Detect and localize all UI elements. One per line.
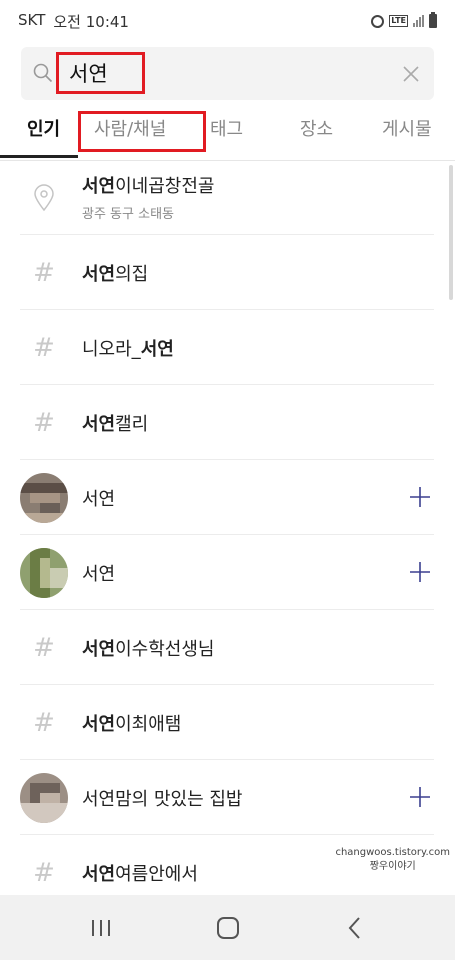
hashtag-icon: #	[33, 707, 55, 738]
list-item[interactable]: 서연	[20, 460, 434, 535]
home-icon[interactable]	[213, 913, 243, 943]
result-rest: 이네곱창전골	[115, 176, 215, 197]
list-item[interactable]: # 서연 캘리	[20, 385, 434, 460]
plus-icon[interactable]	[408, 785, 432, 809]
result-match: 서연	[82, 863, 116, 885]
list-item[interactable]: # 니오라_ 서연	[20, 310, 434, 385]
result-prefix: 니오라_	[82, 338, 141, 360]
battery-icon	[429, 12, 437, 28]
avatar	[20, 772, 68, 823]
scrollbar-thumb[interactable]	[449, 165, 453, 300]
avatar	[20, 547, 68, 598]
map-pin-icon	[34, 183, 54, 211]
result-match: 서연	[82, 638, 116, 660]
hashtag-icon: #	[33, 407, 55, 438]
close-icon[interactable]	[400, 63, 422, 85]
back-icon[interactable]	[340, 913, 370, 943]
list-item[interactable]: # 서연 의집	[20, 235, 434, 310]
result-label: 서연맘의 맛있는 집밥	[82, 788, 243, 810]
result-match: 서연	[82, 263, 116, 285]
result-match: 서연	[140, 338, 174, 360]
result-rest: 의집	[115, 263, 149, 285]
list-item[interactable]: # 서연 이최애탬	[20, 685, 434, 760]
result-label: 서연 이수학선생님	[82, 610, 214, 685]
list-item[interactable]: 서연맘의 맛있는 집밥	[20, 760, 434, 835]
result-match: 서연	[82, 413, 116, 435]
signal-icon	[413, 15, 424, 27]
hashtag-icon: #	[33, 632, 55, 663]
plus-icon[interactable]	[408, 485, 432, 509]
hashtag-icon: #	[33, 857, 55, 888]
alarm-icon	[371, 14, 385, 28]
result-label: 서연 이네곱창전골	[82, 172, 214, 198]
result-match: 서연	[82, 176, 116, 197]
list-item[interactable]: # 서연 이수학선생님	[20, 610, 434, 685]
result-address: 광주 동구 소태동	[82, 207, 174, 222]
watermark-url: changwoos.tistory.com	[335, 847, 450, 858]
tab-bar: 인기 사람/채널 태그 장소 게시물	[0, 103, 455, 161]
active-tab-indicator	[0, 155, 78, 158]
result-rest: 캘리	[115, 413, 149, 435]
result-rest: 이수학선생님	[115, 638, 215, 660]
result-rest: 이최애탬	[115, 713, 182, 735]
clock-label: 오전 10:41	[53, 12, 129, 31]
search-icon	[33, 63, 53, 83]
list-item[interactable]: 서연	[20, 535, 434, 610]
result-match: 서연	[82, 713, 116, 735]
tab-tags[interactable]: 태그	[210, 103, 243, 161]
hashtag-icon: #	[33, 332, 55, 363]
result-label: 서연 의집	[82, 235, 148, 310]
tab-people-channel[interactable]: 사람/채널	[94, 103, 166, 161]
plus-icon[interactable]	[408, 560, 432, 584]
result-label: 니오라_ 서연	[82, 310, 174, 385]
result-label: 서연 여름안에서	[82, 835, 198, 895]
watermark-name: 짱우이야기	[369, 861, 416, 872]
tab-posts[interactable]: 게시물	[382, 103, 432, 161]
result-label: 서연 캘리	[82, 385, 148, 460]
status-bar: SKT 오전 10:41 LTE	[0, 0, 455, 42]
list-item[interactable]: 서연 이네곱창전골 광주 동구 소태동	[20, 160, 434, 235]
search-results-list: 서연 이네곱창전골 광주 동구 소태동 # 서연 의집 # 니오라_ 서연 # 서연 캘…	[0, 160, 455, 895]
tab-popular[interactable]: 인기	[27, 103, 60, 161]
result-label: 서연	[82, 488, 116, 510]
result-label: 서연	[82, 563, 116, 585]
watermark: changwoos.tistory.com 짱우이야기	[335, 846, 450, 874]
tab-places[interactable]: 장소	[300, 103, 333, 161]
result-label: 서연 이최애탬	[82, 685, 181, 760]
navigation-bar	[0, 895, 455, 960]
hashtag-icon: #	[33, 257, 55, 288]
result-rest: 여름안에서	[115, 863, 198, 885]
search-input[interactable]	[69, 55, 369, 91]
lte-icon: LTE	[389, 15, 408, 27]
avatar	[20, 472, 68, 523]
recent-apps-icon[interactable]	[86, 913, 116, 943]
carrier-label: SKT	[18, 10, 46, 29]
search-bar[interactable]	[21, 47, 434, 100]
